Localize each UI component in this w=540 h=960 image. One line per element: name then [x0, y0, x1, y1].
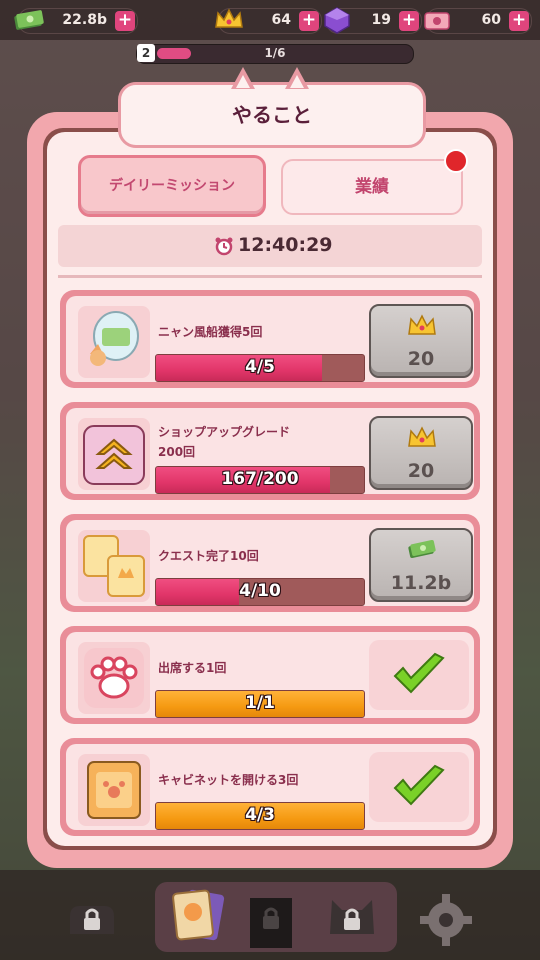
- mission-progress-text: 4/5: [245, 357, 275, 377]
- mission-label: ニャン風船獲得5回: [158, 322, 262, 342]
- level-progress-bar: 2 1/6: [136, 44, 414, 64]
- check-icon: [393, 652, 445, 694]
- mission-progress-bar: 167/200: [155, 466, 365, 494]
- claimed-badge: [369, 640, 469, 710]
- mission-label: キャビネットを開ける3回: [158, 770, 298, 790]
- mission-label-line: ショップアップグレード: [158, 425, 291, 439]
- cash-counter: 22.8b +: [14, 8, 138, 34]
- gear-icon[interactable]: [416, 890, 476, 950]
- mission-label-line: 200回: [158, 445, 196, 459]
- mission-progress-bar: 4/10: [155, 578, 365, 606]
- cat-ear-left: [231, 67, 255, 89]
- divider: [58, 275, 482, 278]
- add-tickets-button[interactable]: +: [509, 11, 529, 31]
- locked-menu-icon[interactable]: [62, 890, 122, 950]
- gem-value: 19: [371, 12, 391, 28]
- cash-icon: [14, 10, 44, 30]
- add-gems-button[interactable]: +: [399, 11, 419, 31]
- mission-label-line: クエスト完了10回: [158, 549, 259, 563]
- crown-icon: [408, 314, 436, 335]
- ticket-value: 60: [481, 12, 501, 28]
- mission-label-line: 出席する1回: [158, 661, 227, 675]
- alarm-clock-icon: [215, 237, 233, 256]
- locked-cat-icon[interactable]: [322, 890, 382, 950]
- mission-row: 出席する1回 1/1: [60, 626, 480, 724]
- timer-text: 12:40:29: [238, 234, 333, 256]
- mission-progress-bar: 4/3: [155, 802, 365, 830]
- mission-progress-text: 167/200: [221, 469, 299, 489]
- crown-value: 64: [271, 12, 291, 28]
- mission-row: ショップアップグレード 200回 167/200 20: [60, 402, 480, 500]
- crown-icon: [215, 8, 243, 28]
- mission-label: ショップアップグレード 200回: [158, 422, 290, 462]
- reward-button[interactable]: 20: [369, 416, 473, 490]
- add-crowns-button[interactable]: +: [299, 11, 319, 31]
- crown-icon: [408, 426, 436, 447]
- cash-value: 22.8b: [62, 12, 107, 28]
- mission-progress-text: 4/10: [239, 581, 281, 601]
- cat-ear-right: [285, 67, 309, 89]
- add-cash-button[interactable]: +: [115, 11, 135, 31]
- mission-label-line: ニャン風船獲得5回: [158, 325, 263, 339]
- mission-card: 出席する1回 1/1: [66, 632, 474, 718]
- gem-icon: [324, 7, 350, 34]
- mission-label: 出席する1回: [158, 658, 226, 678]
- ticket-icon: [424, 12, 450, 30]
- mission-card: ニャン風船獲得5回 4/5 20: [66, 296, 474, 382]
- quest-cards-icon: [78, 530, 150, 602]
- locked-building-icon[interactable]: [246, 892, 296, 952]
- ticket-counter: 60 +: [424, 8, 532, 34]
- reward-value: 11.2b: [390, 572, 452, 594]
- mission-progress-bar: 4/5: [155, 354, 365, 382]
- mission-row: キャビネットを開ける3回 4/3: [60, 738, 480, 836]
- claimed-badge: [369, 752, 469, 822]
- mission-row: ニャン風船獲得5回 4/5 20: [60, 290, 480, 388]
- reward-value: 20: [407, 460, 435, 482]
- top-resource-bar: 22.8b + 64 + 19 + 60 +: [0, 0, 540, 40]
- tab-daily-missions[interactable]: デイリーミッション: [78, 155, 266, 217]
- cabinet-icon: [78, 754, 150, 826]
- level-progress-text: 1/6: [264, 46, 286, 60]
- reward-button[interactable]: 11.2b: [369, 528, 473, 602]
- mission-label: クエスト完了10回: [158, 546, 259, 566]
- bottom-nav: [0, 870, 540, 960]
- mission-card: クエスト完了10回 4/10 11.2b: [66, 520, 474, 606]
- cash-icon: [408, 540, 436, 558]
- mission-label-line: キャビネットを開ける3回: [158, 773, 299, 787]
- mission-card: キャビネットを開ける3回 4/3: [66, 744, 474, 830]
- mission-progress-text: 1/1: [245, 693, 275, 713]
- cards-menu-icon[interactable]: [165, 884, 231, 950]
- paw-icon: [78, 642, 150, 714]
- mission-progress-text: 4/3: [245, 805, 275, 825]
- mission-card: ショップアップグレード 200回 167/200 20: [66, 408, 474, 494]
- upgrade-arrows-icon: [78, 418, 150, 490]
- tab-achievements[interactable]: 業績: [281, 159, 463, 215]
- modal-title: やること: [232, 103, 312, 127]
- balloon-icon: [78, 306, 150, 378]
- reset-timer-bar: 12:40:29: [58, 225, 482, 267]
- check-icon: [393, 764, 445, 806]
- gem-counter: 19 +: [324, 7, 422, 34]
- reward-button[interactable]: 20: [369, 304, 473, 378]
- crown-counter: 64 +: [215, 8, 322, 34]
- mission-row: クエスト完了10回 4/10 11.2b: [60, 514, 480, 612]
- modal-title-tab: やること: [118, 67, 426, 148]
- mission-progress-bar: 1/1: [155, 690, 365, 718]
- notification-dot: [444, 149, 468, 173]
- reward-value: 20: [407, 348, 435, 370]
